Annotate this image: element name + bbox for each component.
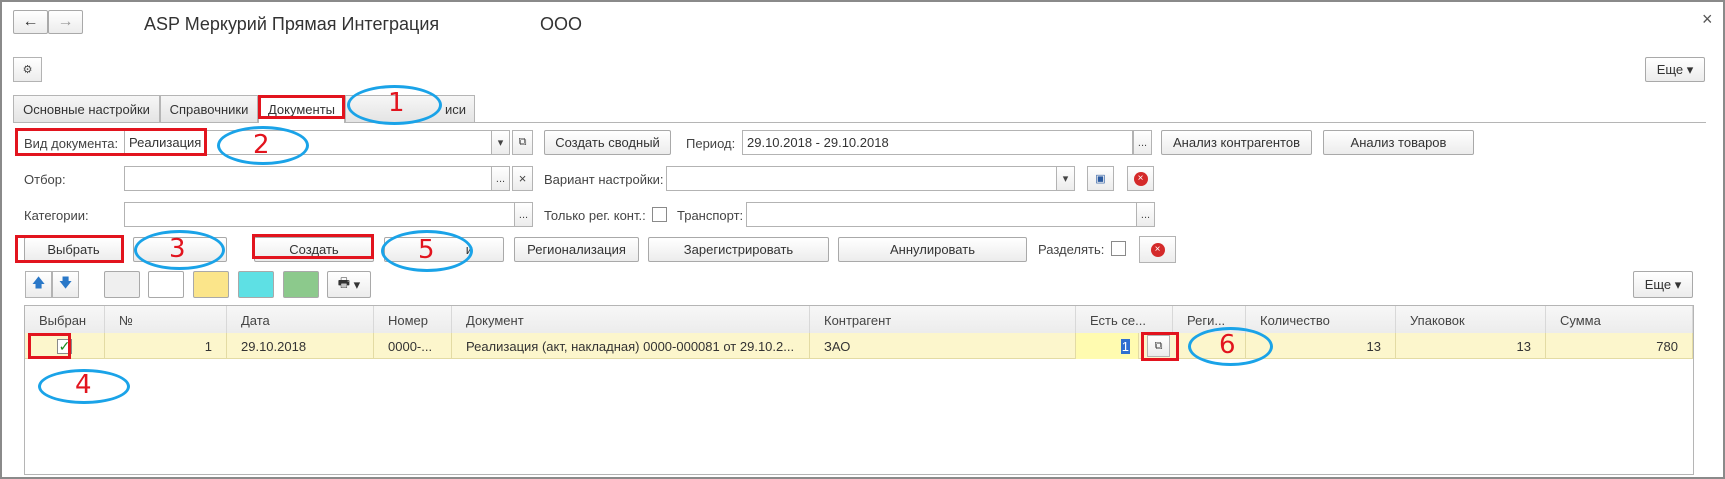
variant-label: Вариант настройки:	[544, 172, 664, 187]
row-contractor: ЗАО	[810, 333, 1076, 359]
doc-type-open-icon[interactable]: ⧉	[512, 130, 533, 155]
delete-doc-icon[interactable]: ×	[1139, 236, 1176, 263]
row-sum: 780	[1546, 333, 1693, 359]
org-name: ООО	[540, 14, 583, 34]
col-selected[interactable]: Выбран	[25, 306, 105, 334]
row-n: 1	[105, 333, 227, 359]
col-has-cert[interactable]: Есть се...	[1076, 306, 1173, 334]
tab-main-settings[interactable]: Основные настройки	[13, 95, 160, 122]
categories-select-button[interactable]: ...	[514, 202, 533, 227]
color-swatch-yellow[interactable]	[193, 271, 229, 298]
annul-button[interactable]: Аннулировать	[838, 237, 1027, 262]
annotation-number-2: 2	[253, 130, 270, 160]
row-document[interactable]: Реализация (акт, накладная) 0000-000081 …	[452, 333, 810, 359]
color-swatch-green[interactable]	[283, 271, 319, 298]
transport-select-button[interactable]: ...	[1136, 202, 1155, 227]
register-button[interactable]: Зарегистрировать	[648, 237, 829, 262]
forward-button[interactable]: →	[48, 10, 83, 34]
more-button[interactable]: Еще ▾	[1645, 57, 1705, 82]
filter-label: Отбор:	[24, 172, 66, 187]
filter-field[interactable]	[124, 166, 492, 191]
settings-icon[interactable]: ⚙	[13, 57, 42, 82]
row-packs: 13	[1396, 333, 1546, 359]
window-title: ASP Меркурий Прямая Интеграция	[144, 14, 440, 34]
annotation-number-1: 1	[388, 88, 405, 118]
split-checkbox[interactable]	[1111, 241, 1126, 256]
variant-field[interactable]	[666, 166, 1059, 191]
color-swatch-white[interactable]	[148, 271, 184, 298]
categories-field[interactable]	[124, 202, 515, 227]
period-value: 29.10.2018 - 29.10.2018	[747, 135, 889, 150]
col-qty[interactable]: Количество	[1246, 306, 1396, 334]
annotation-number-5: 5	[418, 235, 435, 265]
analysis-contractors-button[interactable]: Анализ контрагентов	[1161, 130, 1312, 155]
table-more-button[interactable]: Еще ▾	[1633, 271, 1693, 298]
row-has-cert: 1	[1120, 338, 1130, 354]
back-button[interactable]: ←	[13, 10, 48, 34]
highlight-create-button	[252, 234, 374, 259]
col-document[interactable]: Документ	[452, 306, 810, 334]
create-summary-button[interactable]: Создать сводный	[544, 130, 671, 155]
col-date[interactable]: Дата	[227, 306, 374, 334]
analysis-goods-button[interactable]: Анализ товаров	[1323, 130, 1474, 155]
transport-field[interactable]	[746, 202, 1137, 227]
split-label: Разделять:	[1038, 242, 1105, 257]
filter-clear-icon[interactable]: ×	[512, 166, 533, 191]
only-reg-label: Только рег. конт.:	[544, 208, 646, 223]
move-down-icon[interactable]: 🡇	[52, 271, 79, 298]
highlight-select-button	[15, 235, 124, 263]
filter-select-button[interactable]: ...	[491, 166, 510, 191]
col-sum[interactable]: Сумма	[1546, 306, 1693, 334]
period-field[interactable]: 29.10.2018 - 29.10.2018	[742, 130, 1133, 155]
save-icon[interactable]: ▣	[1087, 166, 1114, 191]
categories-label: Категории:	[24, 208, 89, 223]
delete-icon[interactable]: ×	[1127, 166, 1154, 191]
transport-label: Транспорт:	[677, 208, 744, 223]
row-has-cert-cell[interactable]: 1	[1076, 333, 1139, 359]
variant-dropdown-icon[interactable]: ▾	[1056, 166, 1075, 191]
row-date: 29.10.2018	[227, 333, 374, 359]
annotation-number-3: 3	[169, 234, 186, 264]
regionalization-button[interactable]: Регионализация	[514, 237, 639, 262]
print-button[interactable]: 🖶 ▾	[327, 271, 371, 298]
annotation-number-6: 6	[1219, 330, 1236, 360]
color-swatch-cyan[interactable]	[238, 271, 274, 298]
tab-directories[interactable]: Справочники	[160, 95, 258, 122]
color-swatch-gray[interactable]	[104, 271, 140, 298]
more-button-label: Еще	[1656, 62, 1684, 77]
highlight-row-checkbox	[28, 333, 71, 359]
table-more-label: Еще	[1644, 277, 1672, 292]
highlight-cert-button	[1141, 332, 1179, 361]
doc-type-dropdown-icon[interactable]: ▾	[491, 130, 510, 155]
col-packs[interactable]: Упаковок	[1396, 306, 1546, 334]
only-reg-checkbox[interactable]	[652, 207, 667, 222]
period-select-button[interactable]: ...	[1133, 130, 1152, 155]
highlight-doc-type	[15, 128, 207, 156]
col-number[interactable]: Номер	[374, 306, 452, 334]
highlight-documents-tab	[258, 95, 345, 119]
move-up-icon[interactable]: 🡅	[25, 271, 52, 298]
annotation-number-4: 4	[75, 370, 92, 400]
col-contractor[interactable]: Контрагент	[810, 306, 1076, 334]
row-number: 0000-...	[374, 333, 452, 359]
close-icon[interactable]: ×	[1702, 9, 1713, 30]
period-label: Период:	[686, 136, 736, 151]
col-n[interactable]: №	[105, 306, 227, 334]
printer-icon: 🖶	[337, 274, 351, 290]
